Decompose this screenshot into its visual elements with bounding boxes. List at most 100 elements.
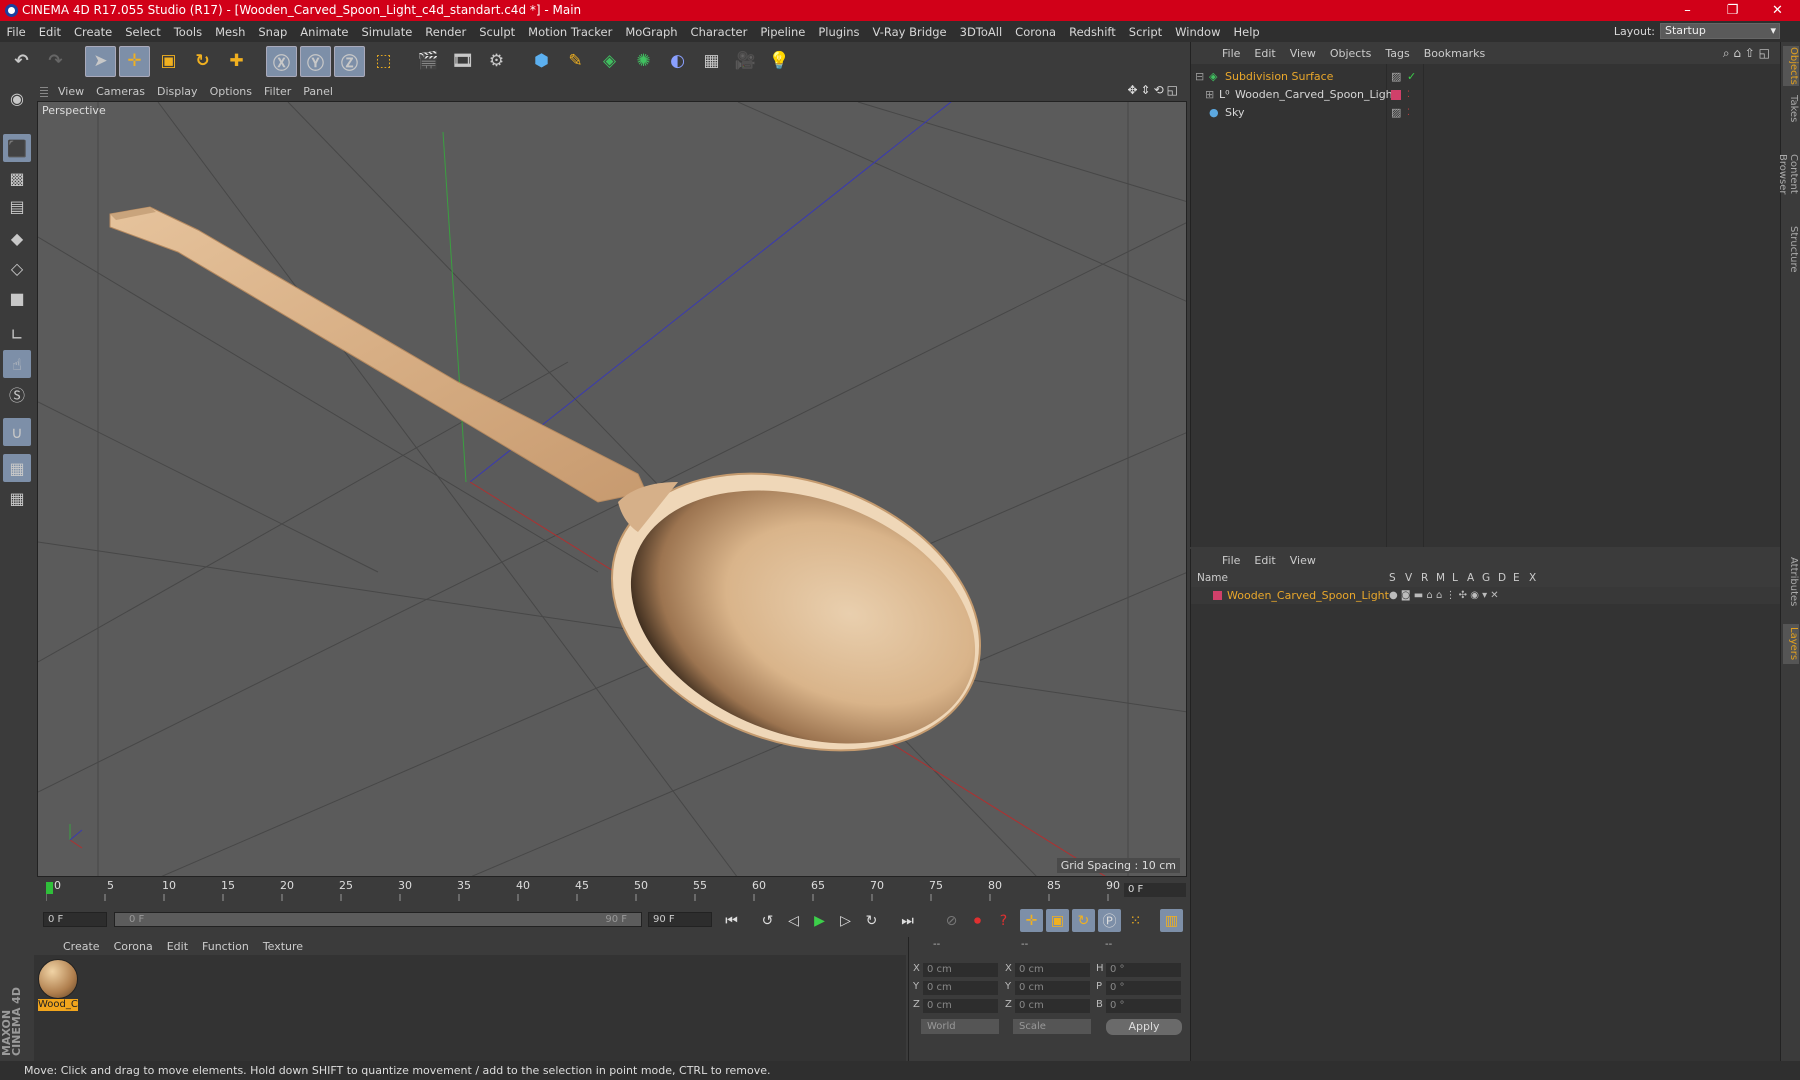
x-axis-lock-icon[interactable]: Ⓧ <box>266 45 297 77</box>
viewport-menu-display[interactable]: Display <box>151 85 204 98</box>
viewport-menu-view[interactable]: View <box>52 85 90 98</box>
tab-objects[interactable]: Objects <box>1783 46 1799 86</box>
texture-mode-icon[interactable]: ▩ <box>3 164 31 192</box>
object-name[interactable]: Wooden_Carved_Spoon_Light <box>1235 86 1397 104</box>
points-mode-icon[interactable]: ◆ <box>3 224 31 252</box>
objects-menu-objects[interactable]: Objects <box>1323 47 1379 60</box>
floor-scene-icon[interactable]: ▦ <box>696 46 727 77</box>
play-forward-icon[interactable]: ▶ <box>808 909 831 932</box>
tree-expand-icon[interactable]: ⊞ <box>1205 86 1214 104</box>
timeline-ruler[interactable]: 0 5 10 15 20 25 30 35 40 45 50 55 60 65 … <box>46 879 1186 901</box>
tab-content-browser[interactable]: Content Browser <box>1777 134 1799 214</box>
material-menu-texture[interactable]: Texture <box>256 940 310 953</box>
object-name[interactable]: Sky <box>1225 104 1244 122</box>
position-y-field[interactable]: 0 cm <box>923 981 998 995</box>
live-selection-icon[interactable]: ✚ <box>221 46 252 77</box>
render-settings-icon[interactable]: ⚙ <box>481 46 512 77</box>
move-tool-icon[interactable]: ✛ <box>119 45 150 77</box>
size-x-field[interactable]: 0 cm <box>1015 963 1090 977</box>
previous-key-icon[interactable]: ↺ <box>756 909 779 932</box>
scale-tool-icon[interactable]: ▣ <box>153 46 184 77</box>
pen-spline-icon[interactable]: ✎ <box>560 46 591 77</box>
z-axis-lock-icon[interactable]: Ⓩ <box>334 45 365 77</box>
layer-color-chip[interactable] <box>1391 90 1401 100</box>
viewport-menu-cameras[interactable]: Cameras <box>90 85 151 98</box>
key-rotation-icon[interactable]: ↻ <box>1072 909 1095 932</box>
rotate-tool-icon[interactable]: ↻ <box>187 46 218 77</box>
next-frame-icon[interactable]: ▷ <box>834 909 857 932</box>
tweak-mode-icon[interactable]: ☝ <box>3 350 31 378</box>
frame-range-slider[interactable]: 0 F 90 F <box>114 912 642 927</box>
objects-menu-edit[interactable]: Edit <box>1247 47 1282 60</box>
go-to-start-icon[interactable]: ⏮ <box>720 909 743 932</box>
workplane-lock-icon[interactable]: ▦ <box>3 454 31 482</box>
material-menu-function[interactable]: Function <box>195 940 256 953</box>
material-swatch[interactable]: Wood_C <box>38 959 78 1011</box>
enabled-check-icon[interactable]: ✓ <box>1407 68 1416 86</box>
menu-render[interactable]: Render <box>419 25 473 39</box>
objects-menu-bookmarks[interactable]: Bookmarks <box>1417 47 1492 60</box>
undo-icon[interactable]: ↶ <box>6 46 37 77</box>
record-active-icon[interactable]: ⏺ <box>966 909 989 932</box>
tab-attributes[interactable]: Attributes <box>1783 552 1799 612</box>
layer-tag-icon[interactable]: ▨ <box>1391 68 1401 86</box>
key-pla-icon[interactable]: ⁙ <box>1124 909 1147 932</box>
minimize-button[interactable]: – <box>1665 0 1710 21</box>
rotation-b-field[interactable]: 0 ° <box>1106 999 1181 1013</box>
viewport-dolly-icon[interactable]: ⇕ <box>1141 83 1151 97</box>
object-row-subdivision-surface[interactable]: ⊟ ◈ Subdivision Surface ▨ ✓ <box>1191 68 1781 86</box>
visibility-dots-icon[interactable]: ⁚ <box>1407 104 1410 122</box>
viewport-menu-filter[interactable]: Filter <box>258 85 297 98</box>
layout-dropdown[interactable]: Startup <box>1660 23 1780 39</box>
tab-structure[interactable]: Structure <box>1783 224 1799 274</box>
edges-mode-icon[interactable]: ◇ <box>3 254 31 282</box>
light-icon[interactable]: 💡 <box>764 46 795 77</box>
position-x-field[interactable]: 0 cm <box>923 963 998 977</box>
viewport-orbit-icon[interactable]: ⟲ <box>1154 83 1164 97</box>
rotation-p-field[interactable]: 0 ° <box>1106 981 1181 995</box>
menu-redshift[interactable]: Redshift <box>1063 25 1123 39</box>
viewport-menu-panel[interactable]: Panel <box>297 85 339 98</box>
polygons-mode-icon[interactable]: ■ <box>3 284 31 312</box>
rotation-h-field[interactable]: 0 ° <box>1106 963 1181 977</box>
menu-character[interactable]: Character <box>684 25 754 39</box>
layer-row[interactable]: Wooden_Carved_Spoon_Light ● ◙ ▬ ⌂ ⌂ ⋮ ✣ … <box>1191 587 1781 604</box>
camera-icon[interactable]: 🎥 <box>730 46 761 77</box>
menu-corona[interactable]: Corona <box>1009 25 1063 39</box>
render-picture-viewer-icon[interactable]: 🎞 <box>447 46 478 77</box>
objects-menu-file[interactable]: File <box>1215 47 1247 60</box>
menu-animate[interactable]: Animate <box>294 25 355 39</box>
layer-name[interactable]: Wooden_Carved_Spoon_Light <box>1227 587 1389 604</box>
menu-motion-tracker[interactable]: Motion Tracker <box>522 25 619 39</box>
menu-tools[interactable]: Tools <box>167 25 208 39</box>
menu-window[interactable]: Window <box>1169 25 1227 39</box>
object-row-spoon[interactable]: ⊞ L⁰ Wooden_Carved_Spoon_Light ⁚ <box>1191 86 1781 104</box>
menu-plugins[interactable]: Plugins <box>812 25 866 39</box>
maximize-button[interactable]: ❐ <box>1710 0 1755 21</box>
material-menu-edit[interactable]: Edit <box>160 940 195 953</box>
size-mode-dropdown[interactable]: Scale <box>1013 1019 1091 1034</box>
key-parameter-icon[interactable]: Ⓟ <box>1098 909 1121 932</box>
layers-menu-view[interactable]: View <box>1283 554 1323 567</box>
menu-vray-bridge[interactable]: V-Ray Bridge <box>866 25 953 39</box>
end-frame-field[interactable]: 90 F <box>648 912 712 927</box>
workplane-align-icon[interactable]: ▦ <box>3 484 31 512</box>
tab-layers[interactable]: Layers <box>1783 624 1799 664</box>
deformer-icon[interactable]: ◐ <box>662 46 693 77</box>
size-z-field[interactable]: 0 cm <box>1015 999 1090 1013</box>
cube-primitive-icon[interactable]: ⬢ <box>526 46 557 77</box>
layer-flags-icons[interactable]: ● ◙ ▬ ⌂ ⌂ ⋮ ✣ ◉ ▾ ✕ <box>1389 587 1499 604</box>
current-frame-field[interactable]: 0 F <box>1124 883 1186 897</box>
viewport-pan-icon[interactable]: ✥ <box>1127 83 1137 97</box>
tab-takes[interactable]: Takes <box>1783 94 1799 124</box>
redo-icon[interactable]: ↷ <box>40 46 71 77</box>
coordinate-mode-dropdown[interactable]: World <box>921 1019 999 1034</box>
key-position-icon[interactable]: ✛ <box>1020 909 1043 932</box>
menu-select[interactable]: Select <box>119 25 167 39</box>
solo-mode-icon[interactable]: Ⓢ <box>3 380 31 408</box>
menu-simulate[interactable]: Simulate <box>355 25 419 39</box>
model-mode-icon[interactable]: ⬛ <box>3 134 31 162</box>
go-to-end-icon[interactable]: ⏭ <box>896 909 919 932</box>
render-view-icon[interactable]: 🎬 <box>413 46 444 77</box>
mograph-cloner-icon[interactable]: ✺ <box>628 46 659 77</box>
